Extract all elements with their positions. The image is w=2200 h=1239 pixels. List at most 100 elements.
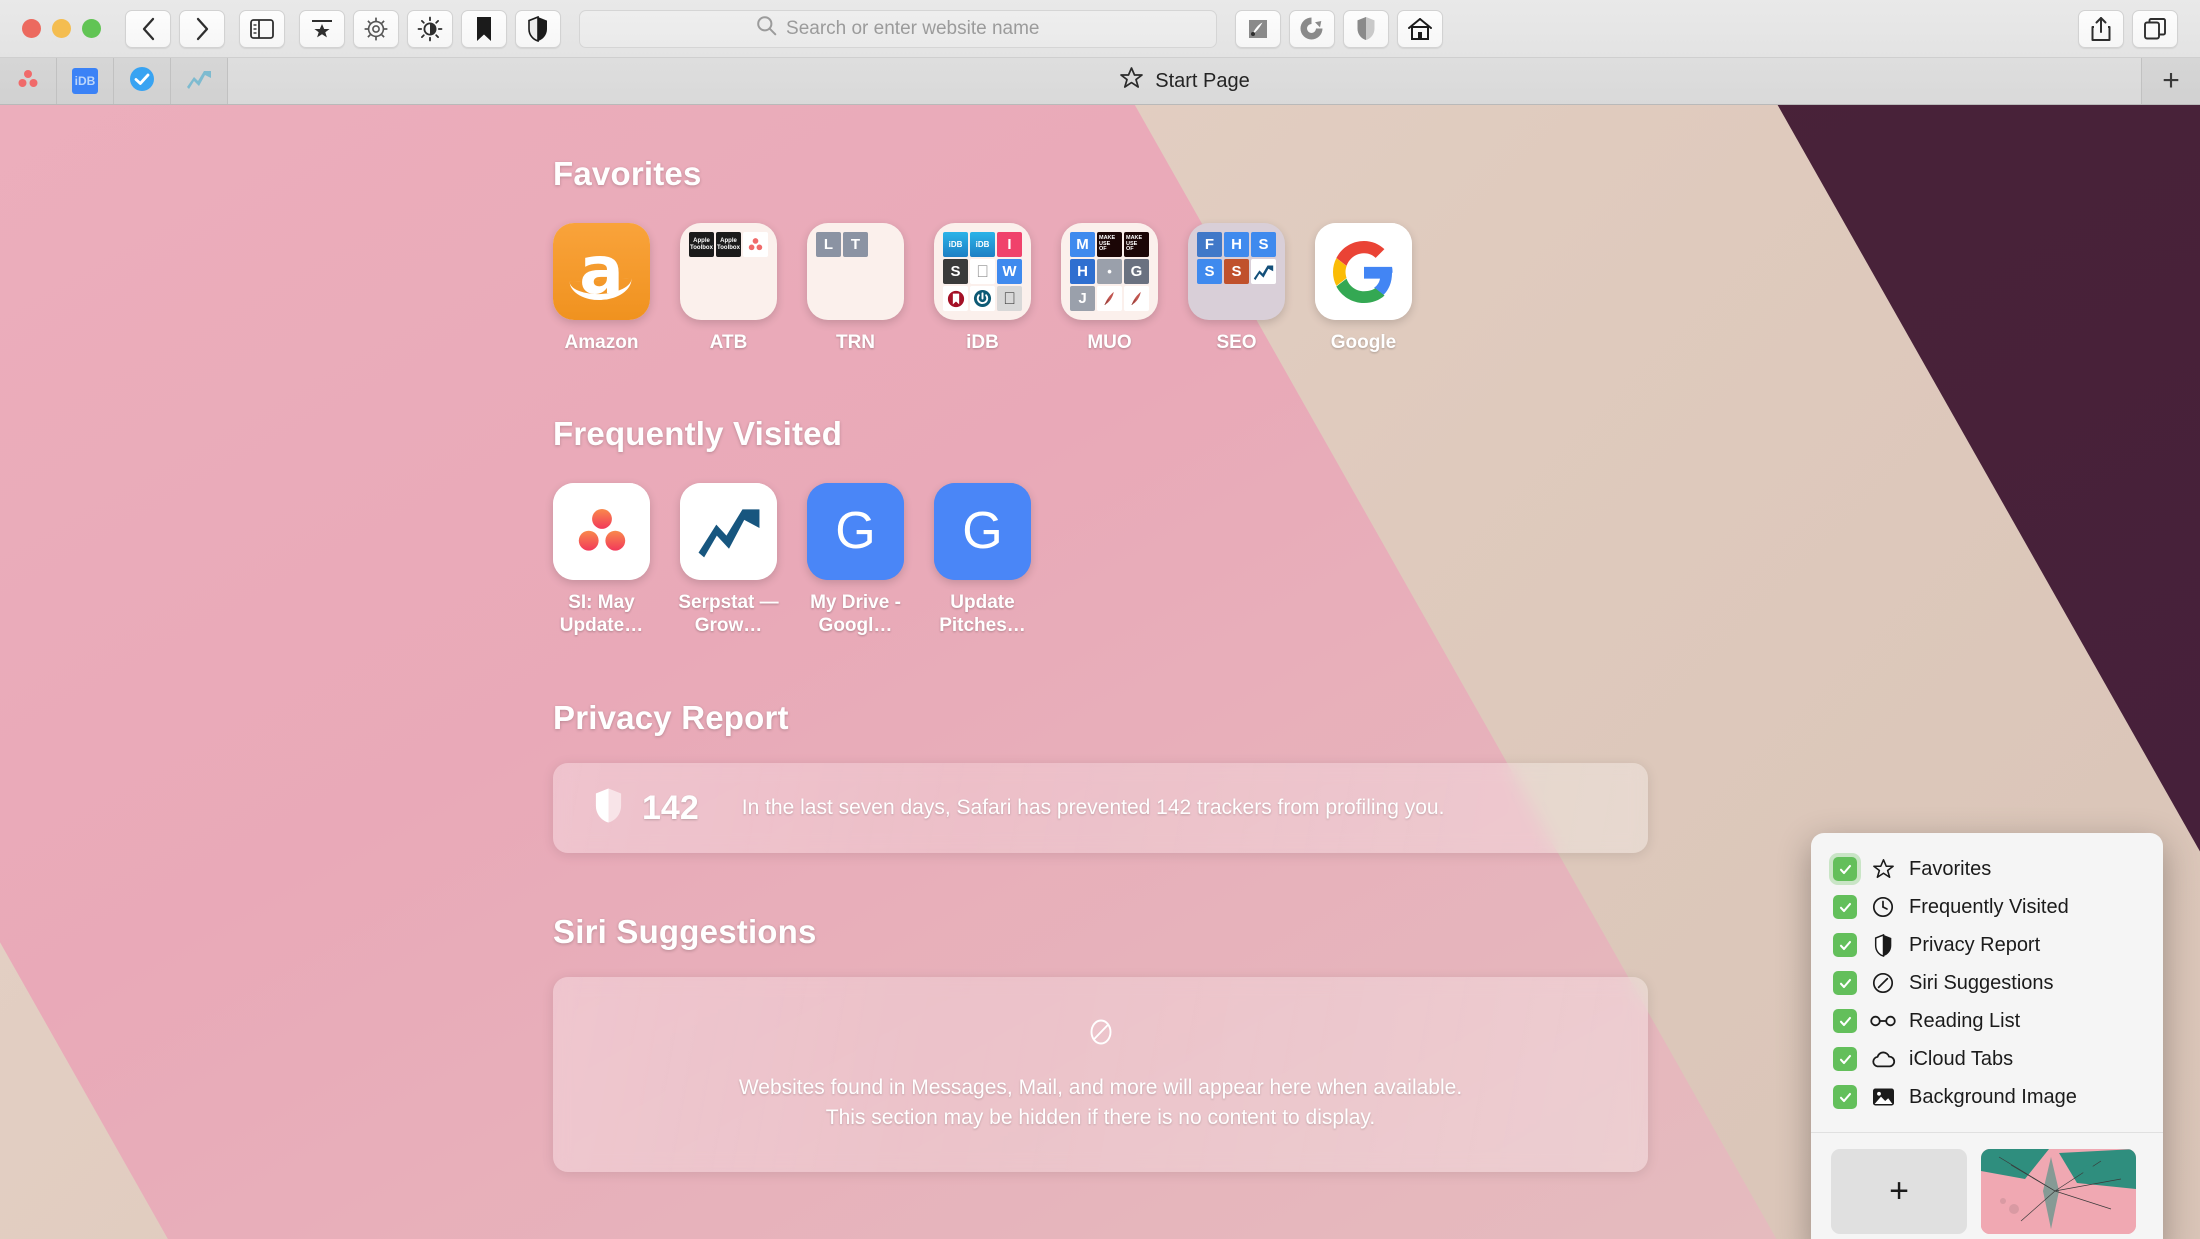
muo-icon: M MAKE USE OF MAKE USE OF H • G J bbox=[1061, 223, 1158, 320]
favorite-tile-amazon[interactable]: a Amazon bbox=[553, 223, 650, 355]
google-icon bbox=[1315, 223, 1412, 320]
frequent-tile-serpstat[interactable]: Serpstat — Grow… bbox=[678, 482, 779, 638]
google-docs-icon: G bbox=[807, 482, 904, 580]
customize-option-siri-suggestions[interactable]: Siri Suggestions bbox=[1811, 964, 2163, 1002]
asana-favicon bbox=[16, 67, 40, 96]
cloud-icon bbox=[1870, 1051, 1896, 1068]
checkbox-checked[interactable] bbox=[1833, 1085, 1857, 1109]
sidebar-toggle-button[interactable] bbox=[239, 9, 285, 48]
address-bar[interactable]: Search or enter website name bbox=[579, 9, 1217, 48]
home-icon[interactable] bbox=[1396, 9, 1443, 48]
tab-asana[interactable] bbox=[0, 58, 57, 104]
idb-icon: iDB iDB I S  W bbox=[934, 223, 1031, 320]
tracker-count: 142 bbox=[642, 788, 699, 827]
favorite-tile-google[interactable]: Google bbox=[1315, 223, 1412, 355]
tab-start-page[interactable]: Start Page bbox=[228, 58, 2142, 104]
check-badge-favicon bbox=[128, 65, 156, 98]
markup-icon[interactable] bbox=[1234, 9, 1281, 48]
star-icon bbox=[1119, 66, 1144, 96]
start-page: Favorites a Amazon Apple Toolbox Apple T… bbox=[0, 105, 2200, 1239]
customize-start-page-popover: Favorites Frequently Visited Privacy Rep… bbox=[1811, 833, 2163, 1239]
favorite-label: SEO bbox=[1216, 332, 1257, 353]
favorite-label: MUO bbox=[1087, 332, 1132, 353]
background-thumbnail-butterfly[interactable] bbox=[1981, 1149, 2136, 1234]
frequently-visited-heading: Frequently Visited bbox=[553, 414, 843, 452]
privacy-report-heading: Privacy Report bbox=[553, 699, 789, 737]
frequent-tile-update-pitches[interactable]: G Update Pitches… bbox=[934, 482, 1031, 638]
customize-option-icloud-tabs[interactable]: iCloud Tabs bbox=[1811, 1040, 2163, 1078]
minimize-window-button[interactable] bbox=[52, 19, 71, 38]
tab-overview-icon[interactable] bbox=[2132, 9, 2178, 48]
navigation-buttons bbox=[125, 9, 225, 48]
tab-serpstat[interactable] bbox=[171, 58, 228, 104]
favorite-tile-seo[interactable]: F H S S S SEO bbox=[1188, 223, 1285, 355]
option-label: Favorites bbox=[1909, 857, 1992, 880]
favorites-row: a Amazon Apple Toolbox Apple Toolbox ATB… bbox=[553, 223, 1648, 355]
show-favorites-button[interactable] bbox=[299, 9, 345, 48]
toolbar-extensions-group bbox=[299, 9, 561, 48]
safari-window: Search or enter website name iDB Start P… bbox=[0, 0, 2200, 1239]
customize-option-reading-list[interactable]: Reading List bbox=[1811, 1002, 2163, 1040]
back-button[interactable] bbox=[125, 9, 171, 48]
share-icon[interactable] bbox=[2078, 9, 2124, 48]
customize-option-background-image[interactable]: Background Image bbox=[1811, 1078, 2163, 1116]
option-label: Frequently Visited bbox=[1909, 895, 2069, 918]
seo-icon: F H S S S bbox=[1188, 223, 1285, 320]
background-thumbnails: + bbox=[1811, 1133, 2163, 1239]
privacy-report-message: In the last seven days, Safari has preve… bbox=[741, 796, 1445, 820]
customize-option-favorites[interactable]: Favorites bbox=[1811, 850, 2163, 888]
close-window-button[interactable] bbox=[22, 19, 41, 38]
checkbox-checked[interactable] bbox=[1833, 1009, 1857, 1033]
tab-idb[interactable]: iDB bbox=[57, 58, 114, 104]
serpstat-icon bbox=[680, 482, 777, 580]
serpstat-favicon bbox=[186, 68, 212, 95]
tab-check[interactable] bbox=[114, 58, 171, 104]
favorite-label: TRN bbox=[835, 332, 876, 353]
option-label: Privacy Report bbox=[1909, 933, 2041, 956]
favorite-label: ATB bbox=[709, 332, 748, 353]
checkbox-checked[interactable] bbox=[1833, 1047, 1857, 1071]
star-icon bbox=[1870, 858, 1896, 880]
glasses-icon bbox=[1870, 1014, 1896, 1028]
privacy-report-card[interactable]: 142 In the last seven days, Safari has p… bbox=[553, 763, 1648, 854]
shield-icon bbox=[593, 787, 624, 829]
shield-icon[interactable] bbox=[515, 9, 561, 48]
address-bar-placeholder: Search or enter website name bbox=[786, 17, 1040, 39]
brightness-icon[interactable] bbox=[407, 9, 453, 48]
amazon-icon: a bbox=[553, 223, 650, 320]
search-icon bbox=[756, 15, 777, 42]
siri-message-line-1: Websites found in Messages, Mail, and mo… bbox=[738, 1075, 1463, 1099]
option-label: iCloud Tabs bbox=[1909, 1047, 2014, 1070]
frequent-tile-my-drive[interactable]: G My Drive - Googl… bbox=[807, 482, 904, 638]
new-tab-button[interactable]: + bbox=[2142, 58, 2200, 104]
customize-options-list: Favorites Frequently Visited Privacy Rep… bbox=[1811, 833, 2163, 1128]
privacy-report-icon[interactable] bbox=[1342, 9, 1389, 48]
favorite-label: Google bbox=[1330, 332, 1397, 353]
favorite-label: Amazon bbox=[564, 332, 639, 353]
forward-button[interactable] bbox=[179, 9, 225, 48]
ghostery-icon[interactable] bbox=[1288, 9, 1335, 48]
checkbox-checked[interactable] bbox=[1833, 857, 1857, 881]
frequent-tile-asana[interactable]: SI: May Update… bbox=[553, 482, 650, 638]
siri-message-line-2: This section may be hidden if there is n… bbox=[825, 1106, 1376, 1130]
image-icon bbox=[1870, 1087, 1896, 1107]
frequent-label: SI: May Update… bbox=[559, 591, 644, 636]
siri-suggestions-card: Websites found in Messages, Mail, and mo… bbox=[553, 977, 1648, 1173]
zoom-window-button[interactable] bbox=[82, 19, 101, 38]
atb-icon: Apple Toolbox Apple Toolbox bbox=[680, 223, 777, 320]
customize-option-privacy-report[interactable]: Privacy Report bbox=[1811, 926, 2163, 964]
privacy-report-section: Privacy Report 142 In the last seven day… bbox=[553, 699, 1648, 854]
add-background-button[interactable]: + bbox=[1831, 1149, 1967, 1234]
customize-option-frequently-visited[interactable]: Frequently Visited bbox=[1811, 888, 2163, 926]
favorite-tile-muo[interactable]: M MAKE USE OF MAKE USE OF H • G J MUO bbox=[1061, 223, 1158, 355]
checkbox-checked[interactable] bbox=[1833, 933, 1857, 957]
checkbox-checked[interactable] bbox=[1833, 895, 1857, 919]
bookmark-icon[interactable] bbox=[461, 9, 507, 48]
favorite-tile-idb[interactable]: iDB iDB I S  W bbox=[934, 223, 1031, 355]
checkbox-checked[interactable] bbox=[1833, 971, 1857, 995]
tab-bar: iDB Start Page + bbox=[0, 58, 2200, 105]
favorite-tile-trn[interactable]: L T TRN bbox=[807, 223, 904, 355]
favorite-tile-atb[interactable]: Apple Toolbox Apple Toolbox ATB bbox=[680, 223, 777, 355]
traffic-lights bbox=[22, 19, 101, 38]
gear-icon[interactable] bbox=[353, 9, 399, 48]
